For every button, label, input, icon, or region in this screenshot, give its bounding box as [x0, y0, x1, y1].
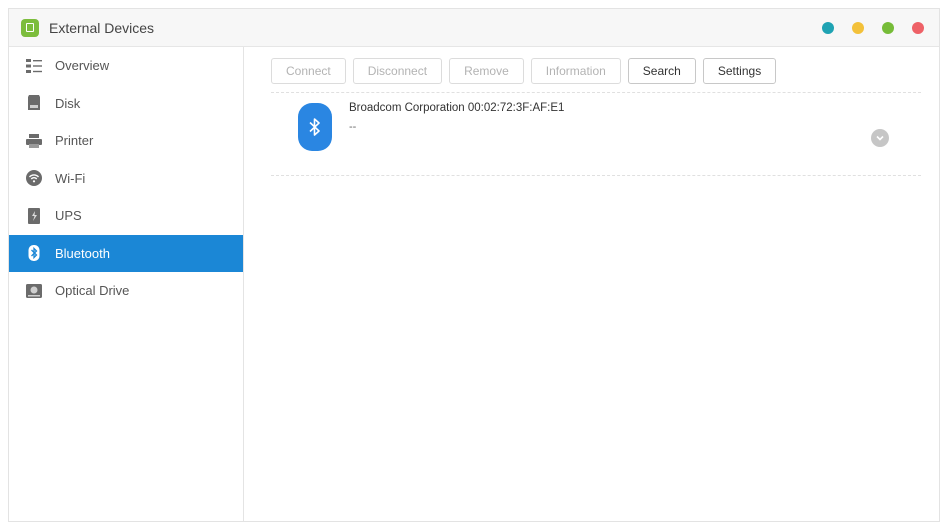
- sidebar-item-wifi[interactable]: Wi-Fi: [9, 160, 243, 198]
- disconnect-button[interactable]: Disconnect: [352, 58, 443, 84]
- disk-icon: [25, 94, 43, 112]
- sidebar-item-bluetooth[interactable]: Bluetooth: [9, 234, 243, 272]
- title-bar: External Devices: [9, 9, 939, 47]
- ups-icon: [25, 207, 43, 225]
- close-dot-button[interactable]: [912, 22, 924, 34]
- toolbar: Connect Disconnect Remove Information Se…: [271, 58, 777, 85]
- device-list-item[interactable]: Broadcom Corporation 00:02:72:3F:AF:E1 -…: [271, 93, 921, 175]
- sidebar: Overview Disk Printer Wi-Fi UPS Bluetoot…: [9, 47, 244, 521]
- sidebar-item-printer[interactable]: Printer: [9, 122, 243, 160]
- sidebar-item-label: Overview: [55, 58, 110, 74]
- sidebar-item-ups[interactable]: UPS: [9, 197, 243, 235]
- sidebar-item-disk[interactable]: Disk: [9, 85, 243, 123]
- expand-button[interactable]: [871, 129, 889, 147]
- list-icon: [25, 57, 43, 75]
- window-title: External Devices: [49, 20, 155, 36]
- connect-button[interactable]: Connect: [271, 58, 346, 84]
- sidebar-item-label: Bluetooth: [55, 245, 110, 261]
- sidebar-item-label: UPS: [55, 208, 82, 224]
- optical-drive-icon: [25, 282, 43, 300]
- remove-button[interactable]: Remove: [449, 58, 524, 84]
- external-devices-app-icon: [21, 19, 39, 37]
- sidebar-item-label: Disk: [55, 95, 81, 111]
- search-button[interactable]: Search: [627, 58, 696, 84]
- sidebar-item-label: Wi-Fi: [55, 170, 86, 186]
- external-devices-window: External Devices Overview Disk Printer W…: [8, 8, 940, 522]
- information-button[interactable]: Information: [530, 58, 621, 84]
- help-dot-button[interactable]: [822, 22, 834, 34]
- sidebar-item-overview[interactable]: Overview: [9, 47, 243, 85]
- device-status: --: [349, 121, 357, 133]
- sidebar-item-optical-drive[interactable]: Optical Drive: [9, 272, 243, 310]
- device-row-divider: [271, 175, 921, 176]
- chevron-down-icon: [876, 135, 884, 141]
- maximize-dot-button[interactable]: [882, 22, 894, 34]
- main-content: Connect Disconnect Remove Information Se…: [244, 47, 939, 521]
- minimize-dot-button[interactable]: [852, 22, 864, 34]
- sidebar-item-label: Printer: [55, 133, 94, 149]
- printer-icon: [25, 132, 43, 150]
- wifi-icon: [25, 169, 43, 187]
- device-name: Broadcom Corporation 00:02:72:3F:AF:E1: [349, 102, 565, 114]
- settings-button[interactable]: Settings: [702, 58, 777, 84]
- bluetooth-device-icon: [298, 103, 332, 151]
- bluetooth-icon: [25, 244, 43, 262]
- sidebar-item-label: Optical Drive: [55, 283, 130, 299]
